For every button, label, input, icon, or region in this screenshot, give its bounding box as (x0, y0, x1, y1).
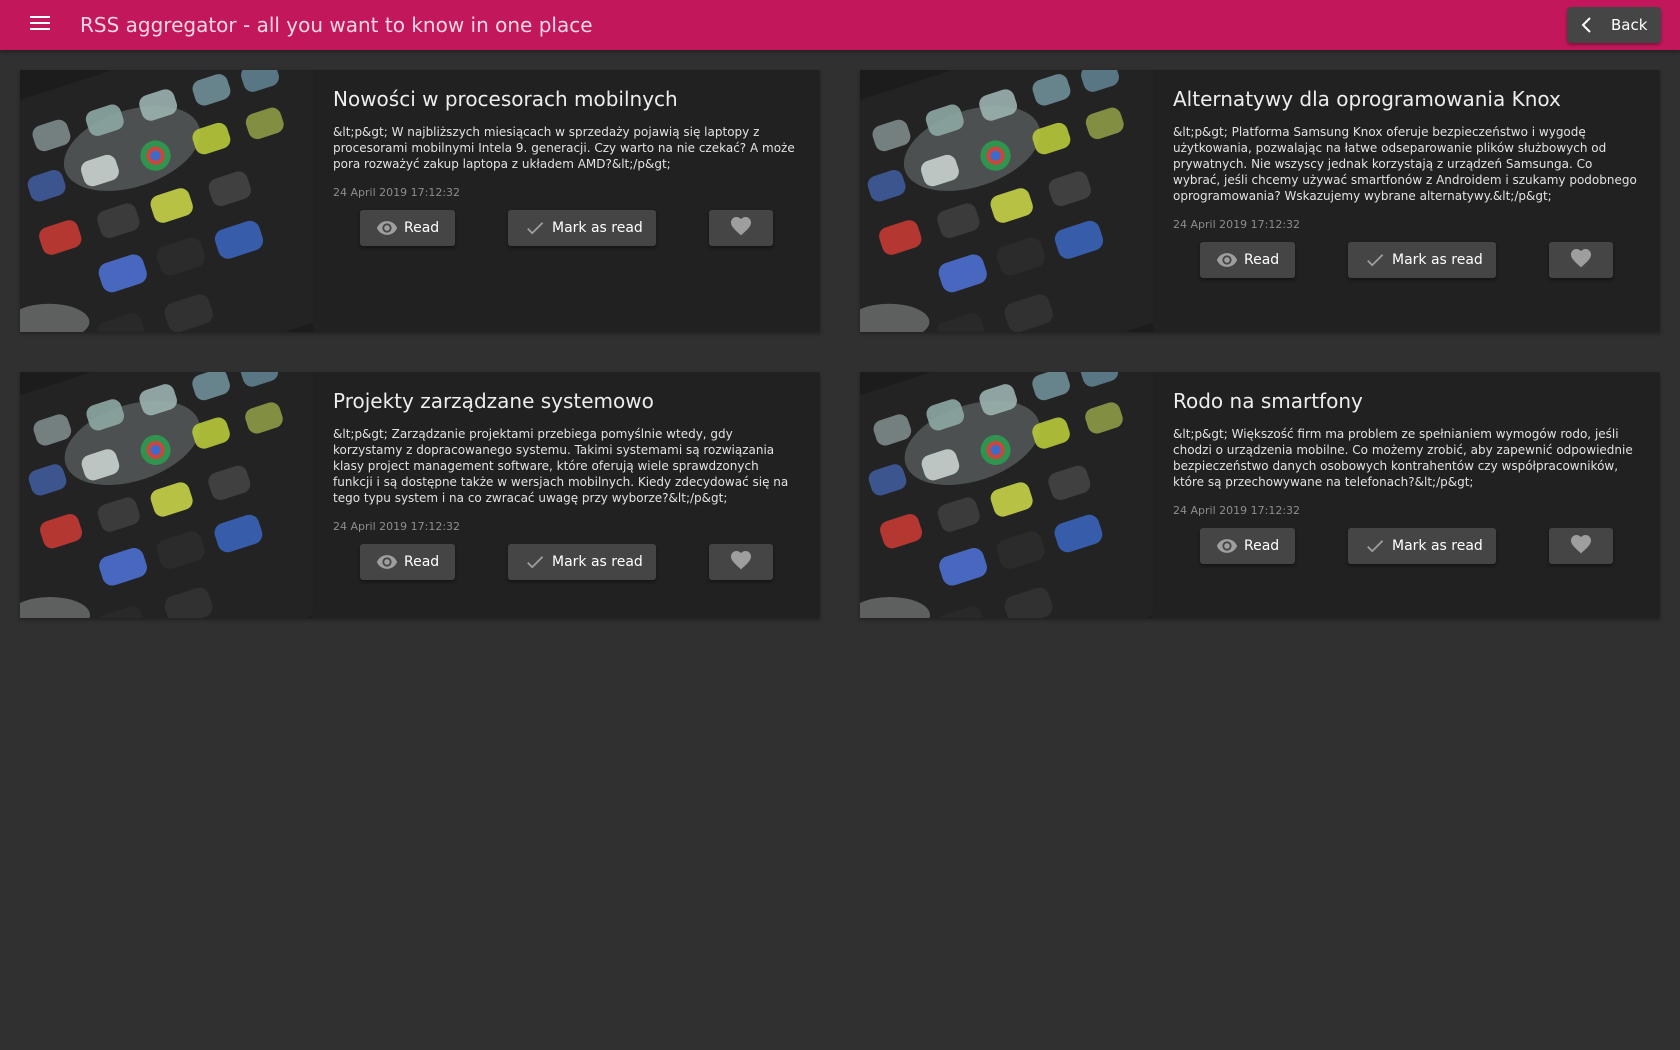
article-description: &lt;p&gt; W najbliższych miesiącach w sp… (333, 125, 795, 171)
check-icon (1364, 249, 1386, 271)
eye-icon (1216, 249, 1238, 271)
article-card: Nowości w procesorach mobilnych &lt;p&gt… (20, 70, 820, 332)
mark-as-read-label: Mark as read (1392, 252, 1483, 268)
eye-icon (376, 551, 398, 573)
read-label: Read (1244, 538, 1280, 554)
mark-as-read-button[interactable]: Mark as read (1348, 242, 1496, 278)
mark-as-read-button[interactable]: Mark as read (508, 544, 656, 580)
heart-icon (729, 548, 753, 576)
read-label: Read (404, 220, 440, 236)
article-actions: Read Mark as read (333, 544, 802, 582)
article-image (860, 70, 1153, 332)
article-date: 24 April 2019 17:12:32 (1173, 218, 1301, 231)
article-date: 24 April 2019 17:12:32 (1173, 504, 1301, 517)
article-image (860, 372, 1153, 618)
menu-button[interactable] (20, 7, 60, 43)
favorite-button[interactable] (709, 544, 773, 580)
article-title: Projekty zarządzane systemowo (333, 389, 654, 413)
article-actions: Read Mark as read (1173, 528, 1642, 566)
mark-as-read-label: Mark as read (1392, 538, 1483, 554)
check-icon (524, 217, 546, 239)
read-button[interactable]: Read (360, 210, 455, 246)
mark-as-read-label: Mark as read (552, 220, 643, 236)
mark-as-read-button[interactable]: Mark as read (1348, 528, 1496, 564)
back-label: Back (1611, 16, 1648, 34)
read-label: Read (1244, 252, 1280, 268)
read-label: Read (404, 554, 440, 570)
article-title: Alternatywy dla oprogramowania Knox (1173, 87, 1561, 111)
article-image (20, 372, 313, 618)
favorite-button[interactable] (1549, 242, 1613, 278)
read-button[interactable]: Read (360, 544, 455, 580)
hamburger-menu-icon (30, 15, 50, 35)
article-image (20, 70, 313, 332)
article-card: Projekty zarządzane systemowo &lt;p&gt; … (20, 372, 820, 618)
article-description: &lt;p&gt; Większość firm ma problem ze s… (1173, 427, 1633, 489)
article-actions: Read Mark as read (333, 210, 802, 248)
article-card: Alternatywy dla oprogramowania Knox &lt;… (860, 70, 1660, 332)
read-button[interactable]: Read (1200, 528, 1295, 564)
app-header: RSS aggregator - all you want to know in… (0, 0, 1680, 50)
check-icon (524, 551, 546, 573)
mark-as-read-label: Mark as read (552, 554, 643, 570)
heart-icon (1569, 246, 1593, 274)
heart-icon (729, 214, 753, 242)
article-title: Nowości w procesorach mobilnych (333, 87, 678, 111)
article-title: Rodo na smartfony (1173, 389, 1363, 413)
article-actions: Read Mark as read (1173, 242, 1642, 280)
mark-as-read-button[interactable]: Mark as read (508, 210, 656, 246)
article-date: 24 April 2019 17:12:32 (333, 520, 461, 533)
heart-icon (1569, 532, 1593, 560)
favorite-button[interactable] (709, 210, 773, 246)
article-date: 24 April 2019 17:12:32 (333, 186, 461, 199)
app-title: RSS aggregator - all you want to know in… (80, 13, 593, 37)
chevron-left-icon (1579, 16, 1605, 34)
back-button[interactable]: Back (1567, 7, 1661, 43)
favorite-button[interactable] (1549, 528, 1613, 564)
article-description: &lt;p&gt; Platforma Samsung Knox oferuje… (1173, 125, 1637, 203)
article-card: Rodo na smartfony &lt;p&gt; Większość fi… (860, 372, 1660, 618)
article-description: &lt;p&gt; Zarządzanie projektami przebie… (333, 427, 789, 505)
check-icon (1364, 535, 1386, 557)
eye-icon (376, 217, 398, 239)
eye-icon (1216, 535, 1238, 557)
read-button[interactable]: Read (1200, 242, 1295, 278)
